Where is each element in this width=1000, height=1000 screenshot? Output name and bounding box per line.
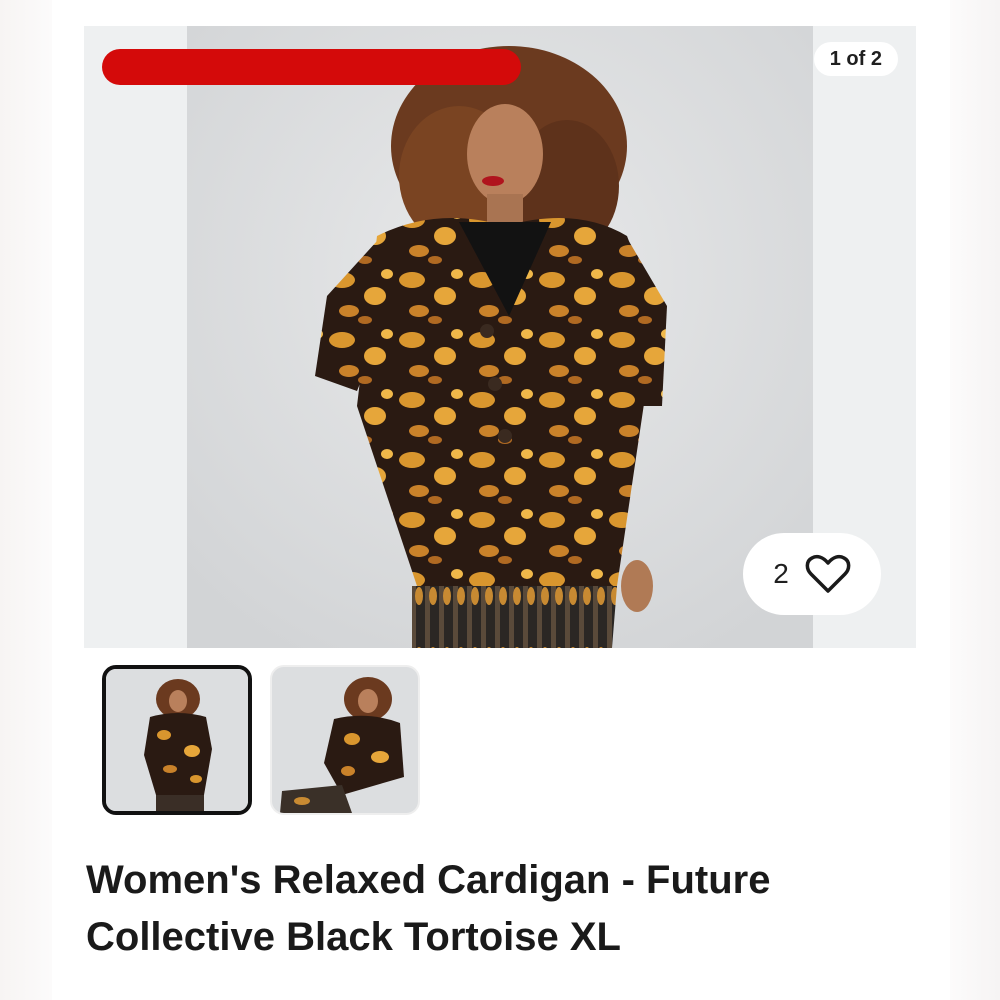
thumbnail-2-image — [272, 667, 418, 813]
right-edge — [950, 0, 1000, 1000]
redaction-bar — [102, 49, 521, 85]
thumbnail-strip — [102, 665, 420, 815]
model-photo-illustration — [187, 26, 813, 648]
thumbnail-1[interactable] — [102, 665, 252, 815]
like-button[interactable]: 2 — [743, 533, 881, 615]
image-counter: 1 of 2 — [813, 42, 898, 76]
product-title: Women's Relaxed Cardigan - Future Collec… — [86, 858, 771, 959]
thumbnail-1-image — [106, 669, 248, 811]
thumbnail-2[interactable] — [270, 665, 420, 815]
like-count: 2 — [773, 558, 789, 589]
listing-page: 1 of 2 2 Women's Relaxed Cardigan - Futu… — [0, 0, 1000, 1000]
left-edge — [0, 0, 52, 1000]
main-product-photo[interactable] — [187, 26, 813, 648]
product-image-gallery[interactable]: 1 of 2 2 — [84, 26, 916, 648]
heart-icon — [805, 554, 851, 593]
